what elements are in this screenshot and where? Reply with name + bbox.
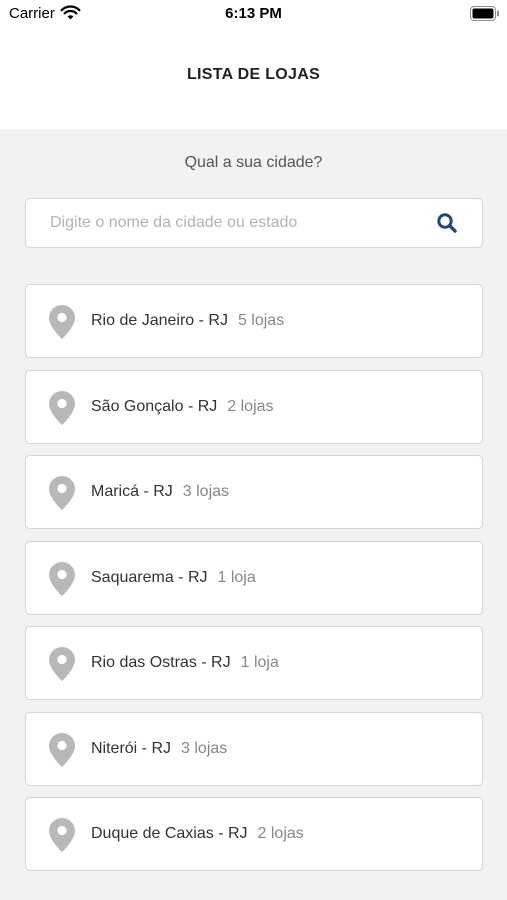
city-row[interactable]: Rio das Ostras - RJ 1 loja [25,626,483,700]
city-name: Rio de Janeiro - RJ [91,312,228,329]
search-icon[interactable] [436,212,458,234]
battery-icon [470,6,499,21]
city-label: Niterói - RJ 3 lojas [91,740,227,758]
city-row[interactable]: Saquarema - RJ 1 loja [25,540,483,615]
status-bar: Carrier 6:13 PM [0,0,507,28]
city-name: São Gonçalo - RJ [91,397,218,415]
city-list: Rio de Janeiro - RJ 5 lojas São Gonçalo - … [25,284,483,883]
city-label: Maricá - RJ 3 lojas [91,483,229,501]
store-count: 3 lojas [181,739,228,757]
map-pin-icon [49,732,75,767]
store-count: 2 lojas [227,397,274,415]
city-label: São Gonçalo - RJ 2 lojas [91,398,274,416]
page-title: LISTA DE LOJAS [186,66,321,83]
city-name: Maricá - RJ [91,483,173,500]
map-pin-icon [49,818,75,852]
top-bar: Carrier 6:13 PM LISTA DE LOJAS [0,0,507,129]
store-count: 1 loja [240,654,279,671]
store-count: 3 lojas [182,483,230,500]
city-label: Duque de Caxias - RJ 2 lojas [91,825,304,843]
city-name: Rio das Ostras - RJ [91,654,231,671]
city-row[interactable]: São Gonçalo - RJ 2 lojas [25,369,483,444]
status-time: 6:13 PM [225,5,282,22]
store-count: 5 lojas [237,312,285,329]
city-name: Saquarema - RJ [91,568,208,586]
map-pin-icon [49,476,75,510]
store-count: 1 loja [217,568,256,586]
city-prompt: Qual a sua cidade? [184,154,323,171]
city-name: Niterói - RJ [91,739,172,757]
map-pin-icon [49,305,75,339]
store-count: 2 lojas [257,825,304,842]
city-label: Rio das Ostras - RJ 1 loja [91,654,279,672]
map-pin-icon [49,647,75,681]
map-pin-icon [49,561,75,596]
search-box [25,198,483,248]
city-row[interactable]: Niterói - RJ 3 lojas [25,711,483,786]
search-input[interactable] [26,199,426,247]
city-label: Rio de Janeiro - RJ 5 lojas [91,312,284,330]
city-label: Saquarema - RJ 1 loja [91,569,256,587]
city-row[interactable]: Duque de Caxias - RJ 2 lojas [25,797,483,871]
city-row[interactable]: Rio de Janeiro - RJ 5 lojas [25,284,483,358]
map-pin-icon [49,390,75,425]
city-name: Duque de Caxias - RJ [91,825,248,842]
city-row[interactable]: Maricá - RJ 3 lojas [25,455,483,529]
